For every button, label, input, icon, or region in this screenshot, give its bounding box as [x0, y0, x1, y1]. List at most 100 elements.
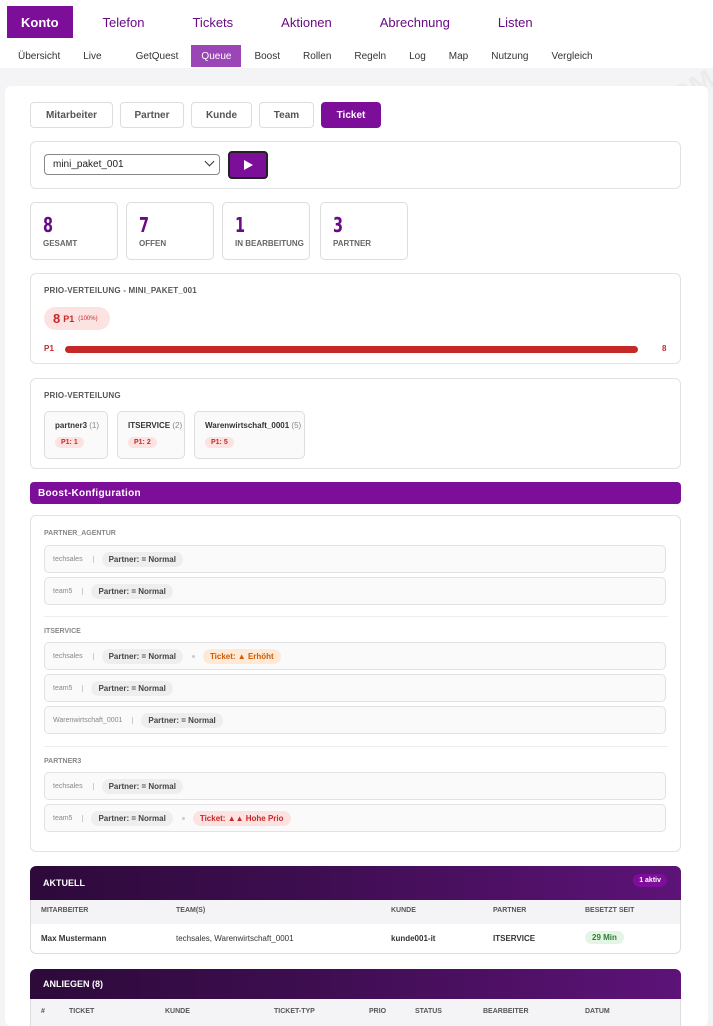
boost-row-team: techsales [53, 555, 94, 563]
play-icon [243, 160, 253, 170]
column-header: TEAM(S) [176, 907, 206, 914]
sub-navigation: Übersicht Live GetQuest Queue Boost Roll… [0, 44, 713, 68]
stat-gesamt: 8 GESAMT [30, 202, 118, 260]
column-header: DATUM [585, 1008, 610, 1015]
topnav-listen[interactable]: Listen [476, 6, 555, 38]
stat-label: OFFEN [139, 239, 167, 248]
anliegen-title: ANLIEGEN (8) [43, 979, 104, 989]
topnav-telefon[interactable]: Telefon [81, 6, 167, 38]
subnav-regeln[interactable]: Regeln [344, 45, 396, 67]
divider [44, 746, 668, 747]
column-header: PRIO [369, 1008, 387, 1015]
tab-team[interactable]: Team [259, 102, 314, 128]
partner-count: (2) [172, 421, 183, 430]
column-header: MITARBEITER [41, 907, 89, 914]
divider [44, 616, 668, 617]
partner-name: partner3 [55, 421, 88, 430]
tab-mitarbeiter[interactable]: Mitarbeiter [30, 102, 113, 128]
topnav-konto[interactable]: Konto [7, 6, 73, 38]
partner-boost-tag: Partner: = Normal [91, 583, 173, 599]
partner-chip[interactable]: ITSERVICE (2) P1: 2 [117, 411, 185, 459]
topnav-tickets[interactable]: Tickets [170, 6, 255, 38]
topnav-abrechnung[interactable]: Abrechnung [358, 6, 472, 38]
boost-row: team5 Partner: = Normal [44, 577, 666, 605]
stat-value: 3 [333, 213, 344, 237]
subnav-boost[interactable]: Boost [244, 45, 290, 67]
partner-boost-tag: Partner: = Normal [91, 680, 173, 696]
stat-value: 8 [43, 213, 54, 237]
stat-offen: 7 OFFEN [126, 202, 214, 260]
cell-partner: ITSERVICE [493, 934, 536, 943]
boost-row-team: team5 [53, 684, 84, 692]
tab-ticket[interactable]: Ticket [321, 102, 381, 128]
partner-boost-tag: Partner: = Normal [101, 648, 183, 664]
tab-kunde[interactable]: Kunde [191, 102, 252, 128]
table-row[interactable]: Max Mustermann techsales, Warenwirtschaf… [30, 924, 681, 954]
subnav-rollen[interactable]: Rollen [293, 45, 341, 67]
separator-dot [191, 654, 195, 658]
boost-group-title: ITSERVICE [44, 628, 81, 635]
view-tabs: Mitarbeiter Partner Kunde Team Ticket [30, 102, 388, 128]
bar-value: 8 [662, 344, 667, 353]
stat-partner: 3 PARTNER [320, 202, 408, 260]
prio-bar [65, 346, 638, 353]
boost-row: techsales Partner: = Normal Ticket: ▲ Er… [44, 642, 666, 670]
boost-row-team: Warenwirtschaft_0001 [53, 716, 134, 724]
prio-distribution-title: PRIO-VERTEILUNG - MINI_PAKET_001 [44, 286, 197, 295]
boost-row: team5 Partner: = Normal [44, 674, 666, 702]
play-button[interactable] [228, 151, 268, 179]
aktuell-header: AKTUELL 1 aktiv [30, 866, 681, 900]
package-select[interactable]: mini_paket_001 [44, 154, 220, 175]
subnav-nutzung[interactable]: Nutzung [481, 45, 538, 67]
tab-partner[interactable]: Partner [120, 102, 184, 128]
partner-boost-tag: Partner: = Normal [101, 551, 183, 567]
prio-level: P1 [63, 313, 75, 324]
partner-name: ITSERVICE [128, 421, 171, 430]
separator-dot [181, 816, 185, 820]
boost-row-team: team5 [53, 814, 84, 822]
stat-value: 1 [235, 213, 246, 237]
stat-label: PARTNER [333, 239, 372, 248]
boost-row: team5 Partner: = Normal Ticket: ▲▲ Hohe … [44, 804, 666, 832]
topnav-aktionen[interactable]: Aktionen [259, 6, 354, 38]
partner-chip[interactable]: partner3 (1) P1: 1 [44, 411, 108, 459]
column-header: PARTNER [493, 907, 527, 914]
prio-percent: (100%) [78, 315, 98, 322]
subnav-getquest[interactable]: GetQuest [126, 45, 189, 67]
chevron-down-icon [204, 156, 215, 167]
aktuell-table-header: MITARBEITER TEAM(S) KUNDE PARTNER BESETZ… [30, 900, 681, 924]
boost-row: Warenwirtschaft_0001 Partner: = Normal [44, 706, 666, 734]
subnav-map[interactable]: Map [439, 45, 478, 67]
cell-mitarbeiter: Max Mustermann [41, 934, 107, 943]
subnav-log[interactable]: Log [399, 45, 436, 67]
ticket-boost-tag: Ticket: ▲ Erhöht [202, 648, 281, 664]
column-header: # [41, 1008, 45, 1015]
subnav-queue[interactable]: Queue [191, 45, 242, 67]
subnav-uebersicht[interactable]: Übersicht [8, 45, 70, 67]
column-header: KUNDE [165, 1008, 190, 1015]
ticket-boost-tag: Ticket: ▲▲ Hohe Prio [192, 810, 291, 826]
partner-count: (5) [291, 421, 302, 430]
anliegen-table-header: # TICKET KUNDE TICKET-TYP PRIO STATUS BE… [30, 999, 681, 1026]
subnav-vergleich[interactable]: Vergleich [541, 45, 602, 67]
cell-kunde: kunde001-it [391, 934, 436, 943]
partner-chip[interactable]: Warenwirtschaft_0001 (5) P1: 5 [194, 411, 305, 459]
partner-boost-tag: Partner: = Normal [91, 810, 173, 826]
stat-label: GESAMT [43, 239, 78, 248]
column-header: BEARBEITER [483, 1008, 529, 1015]
cell-teams: techsales, Warenwirtschaft_0001 [176, 934, 294, 943]
prio-badge: P1: 2 [128, 437, 157, 448]
duration-badge: 29 Min [585, 931, 624, 944]
stat-value: 7 [139, 213, 150, 237]
prio-count-badge: 8 P1 (100%) [44, 307, 110, 330]
boost-row-team: team5 [53, 587, 84, 595]
column-header: TICKET [69, 1008, 95, 1015]
boost-group-title: PARTNER3 [44, 758, 82, 765]
prio-badge: P1: 1 [55, 437, 84, 448]
prio-count: 8 [53, 311, 61, 326]
subnav-live[interactable]: Live [73, 45, 111, 67]
aktuell-title: AKTUELL [43, 878, 85, 888]
partner-boost-tag: Partner: = Normal [141, 712, 223, 728]
active-count-badge: 1 aktiv [633, 874, 667, 887]
column-header: BESETZT SEIT [585, 907, 635, 914]
